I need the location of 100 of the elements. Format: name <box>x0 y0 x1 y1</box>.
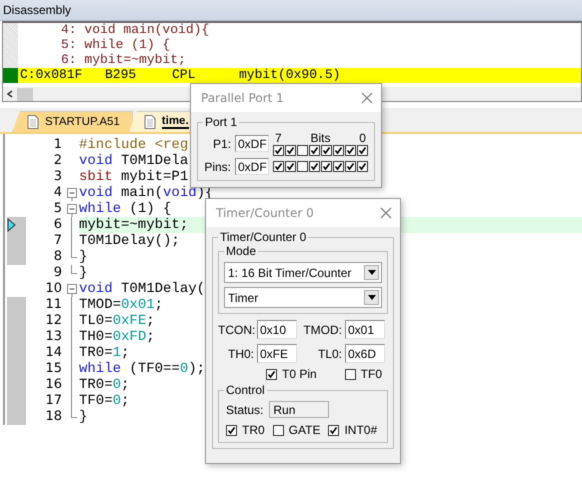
checkbox[interactable] <box>266 368 277 380</box>
bit-label: 7 <box>275 131 282 145</box>
dialog-title: Timer/Counter 0 <box>216 206 314 220</box>
checkbox[interactable] <box>321 161 332 172</box>
input-field[interactable]: 0x10 <box>257 320 297 339</box>
checkbox[interactable] <box>345 161 356 172</box>
group-label: Port 1 <box>204 115 238 129</box>
line-gutter <box>3 23 18 38</box>
dropdown-arrow-icon <box>368 270 376 275</box>
line-number: 15 <box>44 361 63 377</box>
field-label: Pins: <box>203 160 231 174</box>
document-icon <box>144 115 156 129</box>
group-label: Timer/Counter 0 <box>219 230 308 244</box>
checkbox[interactable] <box>309 161 320 172</box>
code-line: TMOD=0x01; <box>79 297 164 313</box>
fold-end-line <box>71 409 77 418</box>
bit-label: Bits <box>310 131 330 145</box>
checkbox[interactable] <box>309 145 320 156</box>
close-icon[interactable] <box>380 207 392 219</box>
line-number: 3 <box>52 169 63 185</box>
checkbox[interactable] <box>345 145 356 156</box>
code-line: } <box>79 409 88 425</box>
scroll-left-icon <box>6 90 14 98</box>
line-number: 8 <box>52 249 63 265</box>
line-gutter <box>3 38 18 53</box>
checkbox[interactable] <box>226 424 237 436</box>
checkbox-label: TF0 <box>360 367 382 381</box>
document-icon <box>27 115 39 129</box>
line-gutter <box>3 53 18 68</box>
input-field[interactable]: 0xDF <box>235 158 269 175</box>
field-label: P1: <box>212 136 231 150</box>
operand: mybit(0x90.5) <box>239 68 340 83</box>
collapse-icon <box>67 204 77 217</box>
checkbox[interactable] <box>285 145 296 156</box>
line-number: 4 <box>52 185 63 201</box>
code-line: TH0=0xFD; <box>79 329 155 345</box>
line-number: 9 <box>52 265 63 281</box>
checkbox[interactable] <box>273 145 284 156</box>
checkbox[interactable] <box>357 161 368 172</box>
line-number: 7 <box>52 233 63 249</box>
checkbox[interactable] <box>328 424 340 436</box>
line-number: 5 <box>52 201 63 217</box>
line-number: 2 <box>52 153 63 169</box>
checkbox-label: TR0 <box>242 423 265 437</box>
line-number: 12 <box>44 313 63 329</box>
fold-end-line <box>71 265 77 274</box>
line-number: 6 <box>52 217 63 233</box>
scrollbar-thumb[interactable] <box>17 88 33 100</box>
mnemonic: CPL <box>172 68 196 83</box>
checkbox[interactable] <box>297 145 308 156</box>
dropdown[interactable]: 1: 16 Bit Timer/Counter <box>224 262 382 283</box>
input-field[interactable]: 0x6D <box>345 344 385 363</box>
checkbox-label: INT0# <box>344 423 378 437</box>
checkbox-label: T0 Pin <box>282 367 317 381</box>
line-number: 10 <box>44 281 63 297</box>
code-line: while (1) { <box>79 201 172 217</box>
code-line: TR0=1; <box>79 345 130 361</box>
opcode: B295 <box>105 68 138 83</box>
code-line: mybit=~mybit; <box>79 217 188 233</box>
dialog-title: Parallel Port 1 <box>201 91 284 105</box>
code-line: } <box>79 265 88 281</box>
code-line: void T0M1Delay( <box>79 281 206 297</box>
close-icon[interactable] <box>361 92 373 104</box>
code-line: } <box>79 249 88 265</box>
code-line: TR0=0; <box>79 377 130 393</box>
checkbox[interactable] <box>297 161 308 172</box>
group-label: Mode <box>225 244 258 258</box>
checkbox[interactable] <box>273 161 284 172</box>
file-tab[interactable]: STARTUP.A51 <box>12 111 133 132</box>
source-line: 5: while (1) { <box>60 38 170 53</box>
input-field[interactable]: 0x01 <box>345 320 385 339</box>
code-line: TL0=0xFE; <box>79 313 155 329</box>
status-field: Run <box>269 401 330 418</box>
source-line: 4: void main(void){ <box>60 23 210 38</box>
dropdown-arrow-icon <box>368 295 376 300</box>
line-number: 18 <box>44 409 63 425</box>
code-line: void T0M1Dela <box>79 153 188 169</box>
checkbox[interactable] <box>344 368 356 380</box>
checkbox[interactable] <box>357 145 368 156</box>
checkbox[interactable] <box>333 161 344 172</box>
field-label: TH0: <box>226 346 254 360</box>
input-field[interactable]: 0xFE <box>257 344 297 363</box>
code-line: sbit mybit=P1 <box>79 169 188 185</box>
collapse-icon <box>67 188 77 201</box>
checkbox[interactable] <box>285 161 296 172</box>
line-number: 11 <box>44 297 63 313</box>
checkbox[interactable] <box>321 145 332 156</box>
address: C:0x081F <box>20 68 84 83</box>
source-line: 6: mybit=~mybit; <box>60 53 186 68</box>
input-field[interactable]: 0xDF <box>235 135 269 152</box>
code-line: T0M1Delay(); <box>79 233 180 249</box>
checkbox[interactable] <box>272 424 284 436</box>
dropdown[interactable]: Timer <box>224 287 382 308</box>
checkbox[interactable] <box>333 145 344 156</box>
line-number: 17 <box>44 393 63 409</box>
collapse-icon <box>67 284 77 297</box>
line-number: 13 <box>44 329 63 345</box>
line-number: 14 <box>44 345 63 361</box>
code-line: TF0=0; <box>79 393 130 409</box>
field-label: TCON: <box>218 322 254 336</box>
